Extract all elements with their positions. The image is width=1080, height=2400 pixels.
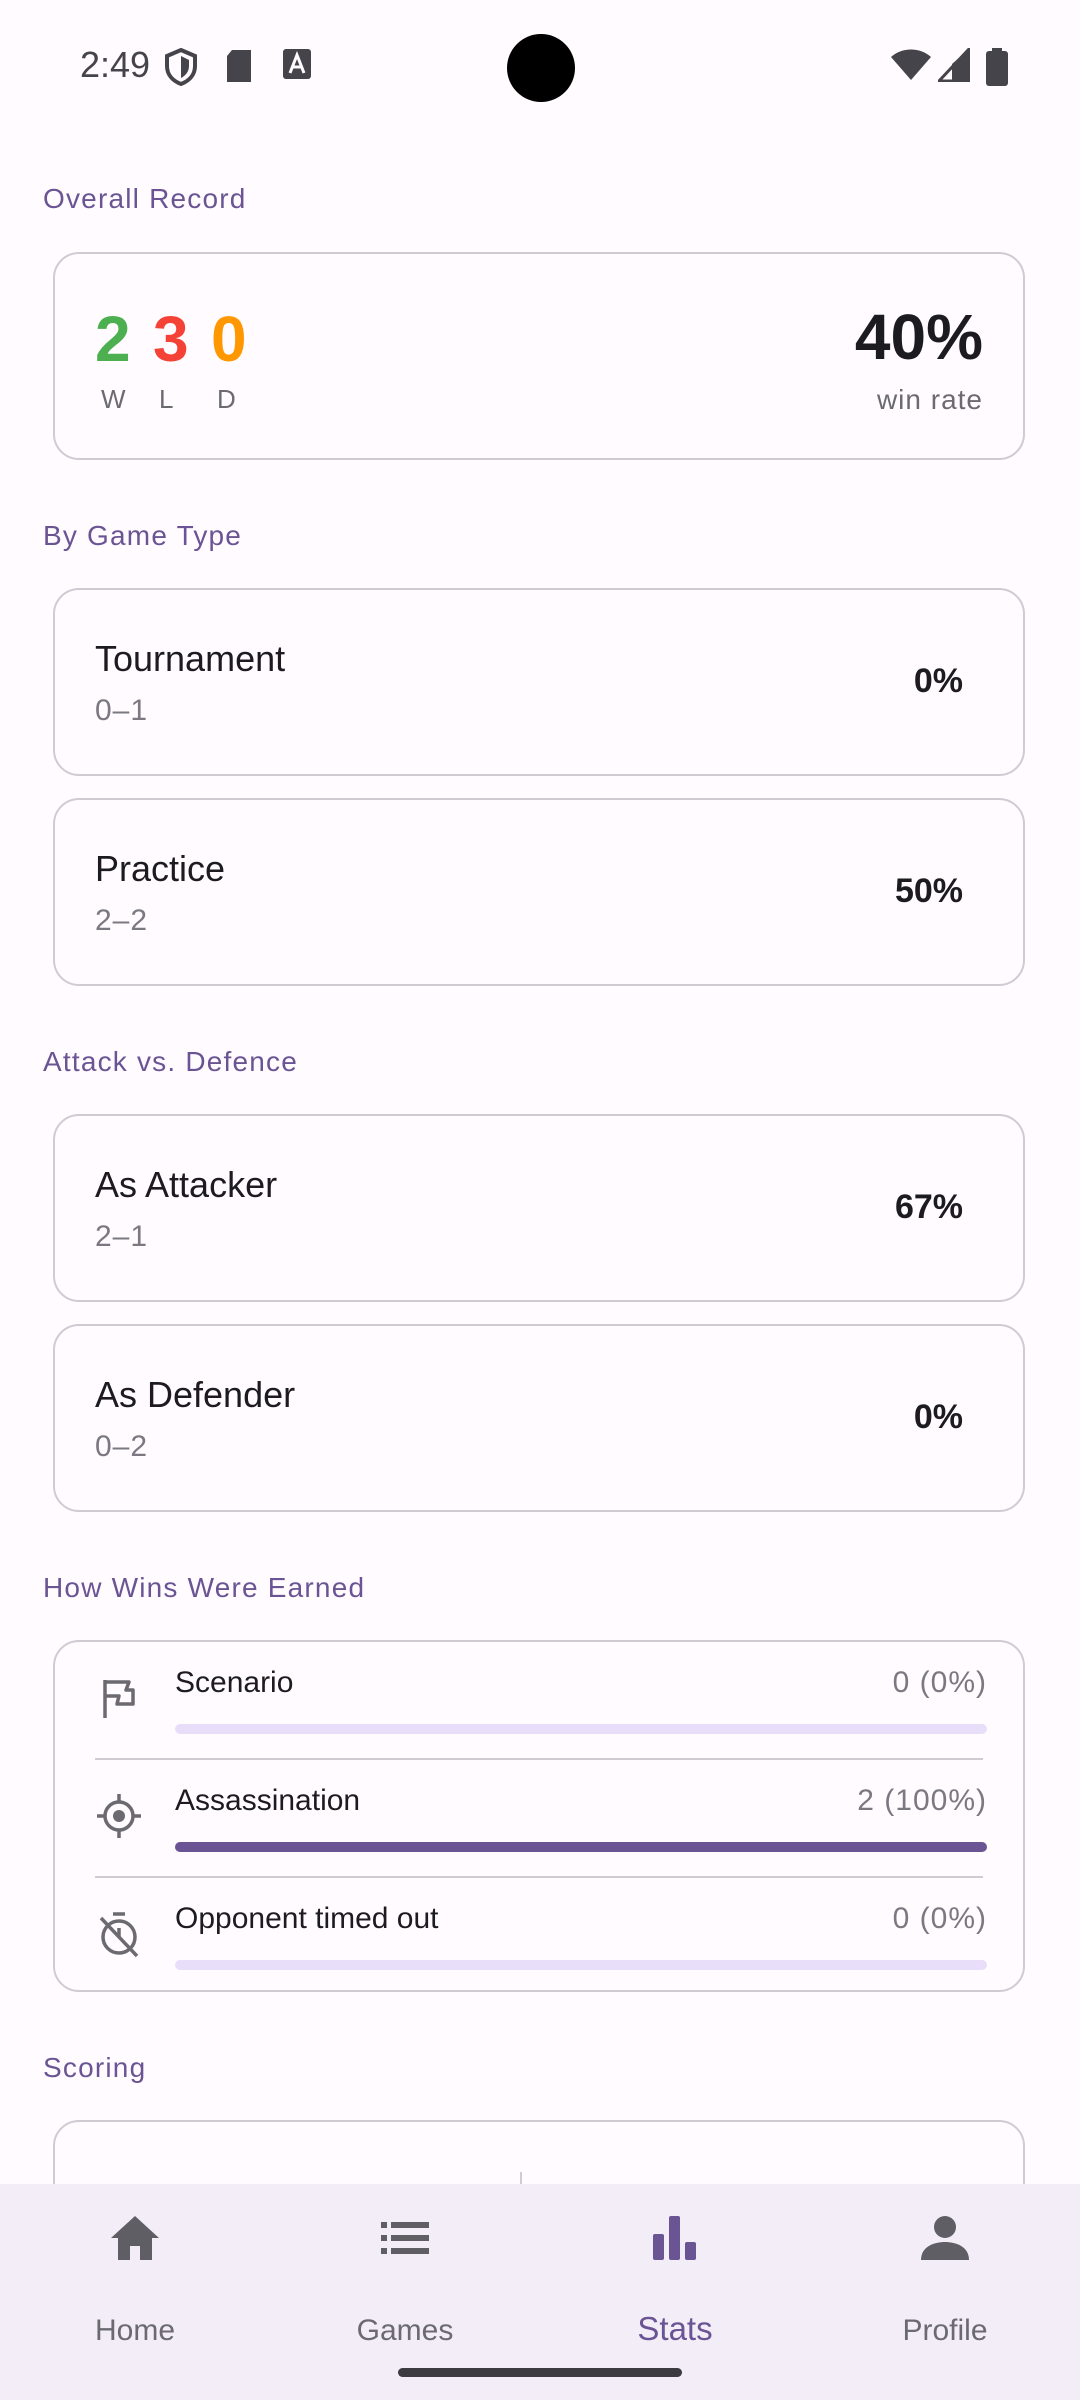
nav-home[interactable]: Home: [35, 2210, 235, 2347]
nav-games[interactable]: Games: [305, 2210, 505, 2347]
crosshair-icon: [97, 1794, 141, 1838]
attack-defence-heading: Attack vs. Defence: [43, 1046, 299, 1077]
wins-count: 2: [95, 303, 131, 375]
game-type-card-practice[interactable]: Practice 2–2 50%: [53, 798, 1025, 986]
timer-off-icon: [99, 1912, 139, 1958]
losses-label: L: [159, 384, 176, 414]
role-card-attacker[interactable]: As Attacker 2–1 67%: [53, 1114, 1025, 1302]
win-method-label: Scenario: [175, 1666, 294, 1699]
person-icon: [921, 2216, 969, 2260]
draws-label: D: [217, 384, 238, 414]
win-method-scenario: Scenario 0 (0%): [55, 1650, 1027, 1768]
scoring-left-value: 1.5: [225, 2172, 308, 2184]
front-camera: [507, 34, 575, 102]
win-method-progress-track: [175, 1842, 987, 1852]
wins-earned-heading: How Wins Were Earned: [43, 1572, 366, 1603]
wins-label: W: [101, 384, 128, 414]
scoring-heading: Scoring: [43, 2052, 147, 2083]
role-card-defender[interactable]: As Defender 0–2 0%: [53, 1324, 1025, 1512]
win-method-timed-out: Opponent timed out 0 (0%): [55, 1886, 1027, 2004]
shield-icon: [165, 48, 197, 86]
nav-stats-label: Stats: [637, 2310, 713, 2347]
scoring-separator: [520, 2172, 522, 2184]
row-divider: [95, 1758, 983, 1760]
home-icon: [111, 2216, 159, 2260]
scoring-right-value: 2.0: [745, 2172, 828, 2184]
game-type-card-tournament[interactable]: Tournament 0–1 0%: [53, 588, 1025, 776]
game-type-label: Practice: [95, 848, 226, 889]
status-time: 2:49: [80, 44, 151, 85]
losses-count: 3: [153, 303, 189, 375]
flag-icon: [103, 1680, 135, 1718]
battery-icon: [986, 48, 1008, 86]
stats-scroll-area[interactable]: Overall Record 2 3 0 W L D 40% win rate …: [0, 136, 1080, 2184]
win-method-assassination: Assassination 2 (100%): [55, 1768, 1027, 1886]
game-type-label: Tournament: [95, 638, 286, 679]
nav-home-label: Home: [94, 2314, 176, 2347]
game-type-record: 2–2: [95, 904, 149, 937]
row-divider: [95, 1876, 983, 1878]
win-method-count: 0 (0%): [892, 1666, 987, 1699]
font-a-icon: [283, 49, 311, 79]
gesture-home-bar[interactable]: [398, 2368, 682, 2377]
win-method-count: 2 (100%): [857, 1784, 987, 1817]
role-pct: 0%: [913, 1398, 963, 1436]
nav-games-label: Games: [356, 2314, 454, 2347]
bar-chart-icon: [653, 2216, 696, 2260]
sd-card-icon: [227, 50, 251, 82]
draws-count: 0: [211, 303, 247, 375]
status-bar: 2:49: [0, 0, 1080, 136]
win-method-count: 0 (0%): [892, 1902, 987, 1935]
win-rate-label: win rate: [876, 384, 983, 415]
game-type-pct: 50%: [894, 872, 963, 910]
win-method-label: Assassination: [175, 1784, 361, 1817]
nav-stats[interactable]: Stats: [575, 2210, 775, 2347]
wifi-icon: [891, 49, 931, 80]
win-rate-value: 40%: [854, 301, 983, 373]
role-pct: 67%: [894, 1188, 963, 1226]
wins-earned-card: Scenario 0 (0%) Assassination 2 (100%) O…: [53, 1640, 1025, 1992]
role-label: As Defender: [95, 1374, 296, 1415]
nav-profile[interactable]: Profile: [845, 2210, 1045, 2347]
win-method-label: Opponent timed out: [175, 1902, 439, 1935]
overall-record-heading: Overall Record: [43, 183, 247, 214]
nav-profile-label: Profile: [902, 2314, 988, 2347]
role-label: As Attacker: [95, 1164, 278, 1205]
overall-record-card: 2 3 0 W L D 40% win rate: [53, 252, 1025, 460]
game-type-record: 0–1: [95, 694, 149, 727]
list-icon: [381, 2222, 429, 2254]
role-record: 2–1: [95, 1220, 149, 1253]
scoring-card: 1.5 2.0: [53, 2120, 1025, 2184]
win-method-progress-track: [175, 1724, 987, 1734]
by-game-type-heading: By Game Type: [43, 520, 243, 551]
win-method-progress-fill: [175, 1842, 987, 1852]
game-type-pct: 0%: [913, 662, 963, 700]
role-record: 0–2: [95, 1430, 149, 1463]
win-method-progress-track: [175, 1960, 987, 1970]
signal-icon: [938, 48, 970, 82]
